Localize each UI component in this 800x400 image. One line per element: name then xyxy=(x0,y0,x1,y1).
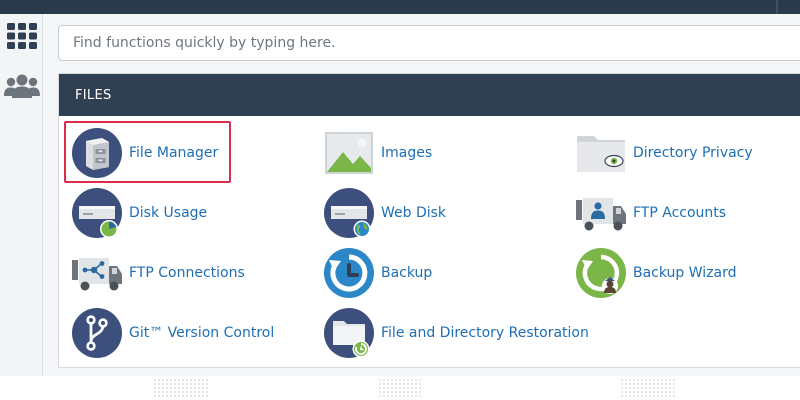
backup-wizard-icon xyxy=(576,248,626,298)
file-restoration-icon xyxy=(324,308,374,358)
ftp-connections-icon xyxy=(72,258,122,291)
disk-usage-link[interactable]: Disk Usage xyxy=(72,188,207,238)
backup-wizard-label: Backup Wizard xyxy=(633,265,737,281)
disk-usage-icon xyxy=(72,188,122,238)
sidebar xyxy=(0,14,43,376)
files-panel-header: FILES xyxy=(59,74,800,116)
directory-privacy-label: Directory Privacy xyxy=(633,145,753,161)
grid-icon[interactable] xyxy=(0,18,43,54)
backup-label: Backup xyxy=(381,265,433,281)
users-icon[interactable] xyxy=(0,68,43,104)
backup-icon xyxy=(324,248,374,298)
section-title: FILES xyxy=(75,87,112,103)
file-restoration-label: File and Directory Restoration xyxy=(381,325,589,341)
ftp-accounts-label: FTP Accounts xyxy=(633,205,727,221)
images-link[interactable]: Images xyxy=(324,128,432,178)
search-input[interactable] xyxy=(58,25,800,61)
directory-privacy-link[interactable]: Directory Privacy xyxy=(576,128,753,178)
git-version-control-label: Git™ Version Control xyxy=(129,325,275,341)
directory-privacy-icon xyxy=(577,136,625,172)
top-bar xyxy=(0,0,800,14)
file-restoration-link[interactable]: File and Directory Restoration xyxy=(324,308,589,358)
images-icon xyxy=(325,132,373,174)
ftp-connections-link[interactable]: FTP Connections xyxy=(72,248,245,298)
top-bar-divider xyxy=(776,0,778,14)
dots-decoration-1 xyxy=(153,378,209,398)
dots-decoration-3 xyxy=(620,378,676,398)
ftp-accounts-icon xyxy=(576,198,626,231)
backup-wizard-link[interactable]: Backup Wizard xyxy=(576,248,737,298)
ftp-connections-label: FTP Connections xyxy=(129,265,245,281)
web-disk-label: Web Disk xyxy=(381,205,447,221)
dots-decoration-2 xyxy=(378,378,422,398)
git-version-control-link[interactable]: Git™ Version Control xyxy=(72,308,274,358)
ftp-accounts-link[interactable]: FTP Accounts xyxy=(576,188,726,238)
file-manager-highlight xyxy=(64,121,231,183)
backup-link[interactable]: Backup xyxy=(324,248,432,298)
images-label: Images xyxy=(381,145,433,161)
web-disk-link[interactable]: Web Disk xyxy=(324,188,446,238)
git-icon xyxy=(72,308,122,358)
disk-usage-label: Disk Usage xyxy=(129,205,208,221)
web-disk-icon xyxy=(324,188,374,238)
